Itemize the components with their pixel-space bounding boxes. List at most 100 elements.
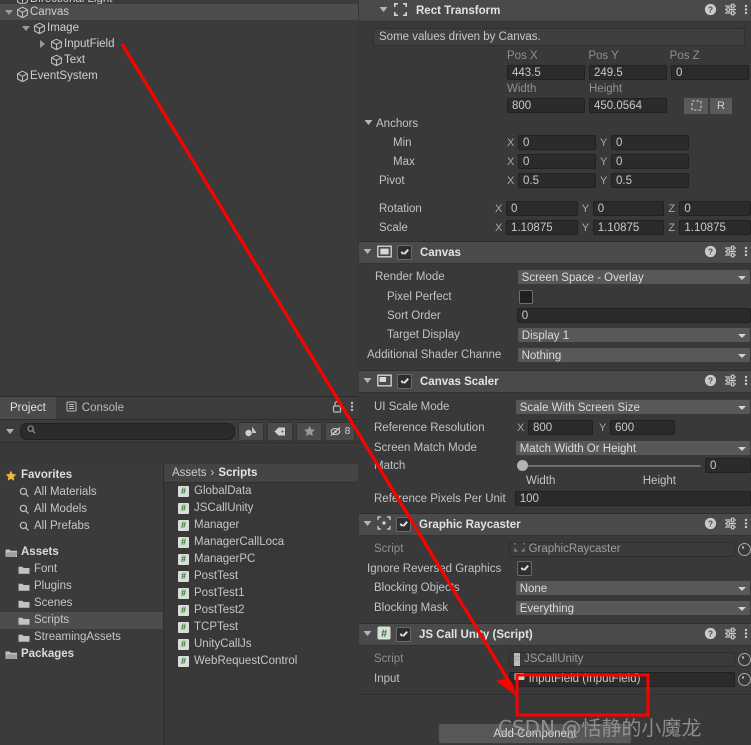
object-picker-icon[interactable] xyxy=(738,652,751,666)
hidden-packages-icon[interactable]: 8 xyxy=(325,421,355,441)
shader-channels-row[interactable]: Additional Shader Channe Nothing xyxy=(359,345,751,365)
asset-item[interactable]: # WebRequestControl xyxy=(164,653,358,670)
project-tree-item-font[interactable]: Font xyxy=(0,561,163,578)
hierarchy-item-image[interactable]: Image xyxy=(0,20,358,36)
asset-list[interactable]: # GlobalData # JSCallUnity # Manager # ManagerC… xyxy=(164,483,358,670)
project-tab-actions[interactable] xyxy=(332,397,354,419)
breadcrumb[interactable]: Assets › Scripts xyxy=(164,464,358,483)
ignore-reversed-checkbox[interactable] xyxy=(517,561,532,576)
preset-icon[interactable] xyxy=(724,517,737,533)
project-tree-item-streamingassets[interactable]: StreamingAssets xyxy=(0,629,163,646)
preset-icon[interactable] xyxy=(724,245,737,261)
project-tree-item-all-models[interactable]: All Models xyxy=(0,501,163,518)
asset-item[interactable]: # PostTest xyxy=(164,568,358,585)
help-icon[interactable]: ? xyxy=(704,374,717,390)
js-script-row[interactable]: Script # JSCallUnity xyxy=(359,649,751,669)
project-tree-item-all-prefabs[interactable]: All Prefabs xyxy=(0,518,163,535)
pixel-perfect-checkbox[interactable] xyxy=(519,289,533,304)
project-tree[interactable]: Favorites All Materials All Models All Pref… xyxy=(0,464,164,745)
target-display-row[interactable]: Target Display Display 1 xyxy=(359,325,751,345)
blocking-objects-row[interactable]: Blocking Objects None xyxy=(359,578,751,598)
foldout-arrow-icon[interactable] xyxy=(363,519,372,531)
kebab-menu-icon[interactable] xyxy=(744,517,748,533)
project-tree-item-scripts[interactable]: Scripts xyxy=(0,612,163,629)
rotation-row[interactable]: Rotation X 0 Y 0 Z 0 xyxy=(359,199,751,218)
anchor-max-y-field[interactable]: 0 xyxy=(611,154,689,169)
hierarchy-item-inputfield[interactable]: InputField xyxy=(0,36,358,52)
height-field[interactable]: 450.0564 xyxy=(589,98,667,113)
project-asset-list-pane[interactable]: Assets › Scripts # GlobalData # JSCallUnity… xyxy=(164,464,358,745)
anchor-min-row[interactable]: Min X 0 Y 0 xyxy=(359,133,751,152)
js-call-unity-enabled-checkbox[interactable] xyxy=(396,627,411,642)
render-mode-row[interactable]: Render Mode Screen Space - Overlay xyxy=(359,267,751,287)
graphic-raycaster-enabled-checkbox[interactable] xyxy=(396,517,411,532)
anchor-min-x-field[interactable]: 0 xyxy=(518,135,596,150)
graphic-raycaster-header-actions[interactable]: ? xyxy=(704,514,748,535)
asset-item[interactable]: # GlobalData xyxy=(164,483,358,500)
label-filter-icon[interactable] xyxy=(267,421,293,441)
reference-resolution-y-field[interactable]: 600 xyxy=(610,420,675,435)
pixel-perfect-row[interactable]: Pixel Perfect xyxy=(359,287,751,306)
kebab-menu-icon[interactable] xyxy=(744,627,748,643)
anchor-max-row[interactable]: Max X 0 Y 0 xyxy=(359,152,751,171)
reference-resolution-x-field[interactable]: 800 xyxy=(528,420,593,435)
lock-open-icon[interactable] xyxy=(332,400,343,416)
search-input-wrap[interactable] xyxy=(20,422,235,440)
match-slider[interactable] xyxy=(517,459,701,473)
asset-item[interactable]: # Manager xyxy=(164,517,358,534)
js-call-unity-header[interactable]: # JS Call Unity (Script) ? xyxy=(359,624,751,646)
hierarchy-item-eventsystem[interactable]: EventSystem xyxy=(0,68,358,84)
blocking-mask-row[interactable]: Blocking Mask Everything xyxy=(359,598,751,618)
target-display-dropdown[interactable]: Display 1 xyxy=(516,327,751,343)
reference-ppu-row[interactable]: Reference Pixels Per Unit 100 xyxy=(359,489,751,508)
shader-channels-dropdown[interactable]: Nothing xyxy=(516,347,751,363)
reference-resolution-row[interactable]: Reference Resolution X 800 Y 600 xyxy=(359,417,751,438)
pivot-row[interactable]: Pivot X 0.5 Y 0.5 xyxy=(359,171,751,190)
match-slider-knob[interactable] xyxy=(517,460,528,471)
blueprint-mode-icon[interactable] xyxy=(683,96,709,115)
inspector-panel[interactable]: Rect Transform ? Some values driven by C… xyxy=(359,0,751,744)
raw-edit-button[interactable]: R xyxy=(709,96,733,115)
hierarchy-panel[interactable]: Directional LightCanvasImageInputFieldTe… xyxy=(0,0,358,396)
project-tree-item-all-materials[interactable]: All Materials xyxy=(0,484,163,501)
project-search-bar[interactable]: 8 xyxy=(0,420,358,443)
asset-item[interactable]: # ManagerCallLoca xyxy=(164,534,358,551)
size-values-row[interactable]: 800 450.0564 R xyxy=(359,96,751,115)
foldout-arrow-icon[interactable] xyxy=(19,25,32,31)
screen-match-mode-dropdown[interactable]: Match Width Or Height xyxy=(514,440,751,456)
ui-scale-mode-dropdown[interactable]: Scale With Screen Size xyxy=(514,398,751,415)
canvas-enabled-checkbox[interactable] xyxy=(397,245,412,260)
hierarchy-item-text[interactable]: Text xyxy=(0,52,358,68)
kebab-menu-icon[interactable] xyxy=(350,400,354,416)
blocking-objects-dropdown[interactable]: None xyxy=(514,580,751,596)
sort-order-row[interactable]: Sort Order 0 xyxy=(359,306,751,325)
pos-values-row[interactable]: 443.5 249.5 0 xyxy=(359,63,751,81)
anchor-min-y-field[interactable]: 0 xyxy=(611,135,689,150)
scale-z-field[interactable]: 1.10875 xyxy=(679,220,751,235)
help-icon[interactable]: ? xyxy=(704,245,717,261)
anchors-foldout[interactable]: Anchors xyxy=(359,115,751,133)
rect-transform-header-actions[interactable]: ? xyxy=(704,0,748,21)
screen-match-mode-row[interactable]: Screen Match Mode Match Width Or Height xyxy=(359,438,751,458)
project-view-dropdown-icon[interactable] xyxy=(3,428,17,434)
help-icon[interactable]: ? xyxy=(704,517,717,533)
canvas-scaler-enabled-checkbox[interactable] xyxy=(397,374,412,389)
foldout-arrow-icon[interactable] xyxy=(363,247,372,259)
project-tree-item-scenes[interactable]: Scenes xyxy=(0,595,163,612)
foldout-arrow-icon[interactable] xyxy=(363,376,372,388)
scale-x-field[interactable]: 1.10875 xyxy=(506,220,578,235)
pivot-x-field[interactable]: 0.5 xyxy=(518,173,596,188)
asset-item[interactable]: # JSCallUnity xyxy=(164,500,358,517)
asset-item[interactable]: # UnityCallJs xyxy=(164,636,358,653)
match-value-field[interactable]: 0 xyxy=(705,458,751,473)
tab-project[interactable]: Project xyxy=(0,397,56,419)
pos-z-field[interactable]: 0 xyxy=(671,64,749,80)
kebab-menu-icon[interactable] xyxy=(744,3,748,19)
blocking-mask-dropdown[interactable]: Everything xyxy=(514,600,751,616)
object-picker-icon[interactable] xyxy=(738,542,751,556)
rect-transform-header[interactable]: Rect Transform ? xyxy=(359,0,751,22)
rotation-z-field[interactable]: 0 xyxy=(679,201,751,216)
rotation-x-field[interactable]: 0 xyxy=(506,201,578,216)
js-call-unity-header-actions[interactable]: ? xyxy=(704,624,748,645)
project-tree-item-favorites[interactable]: Favorites xyxy=(0,467,163,484)
